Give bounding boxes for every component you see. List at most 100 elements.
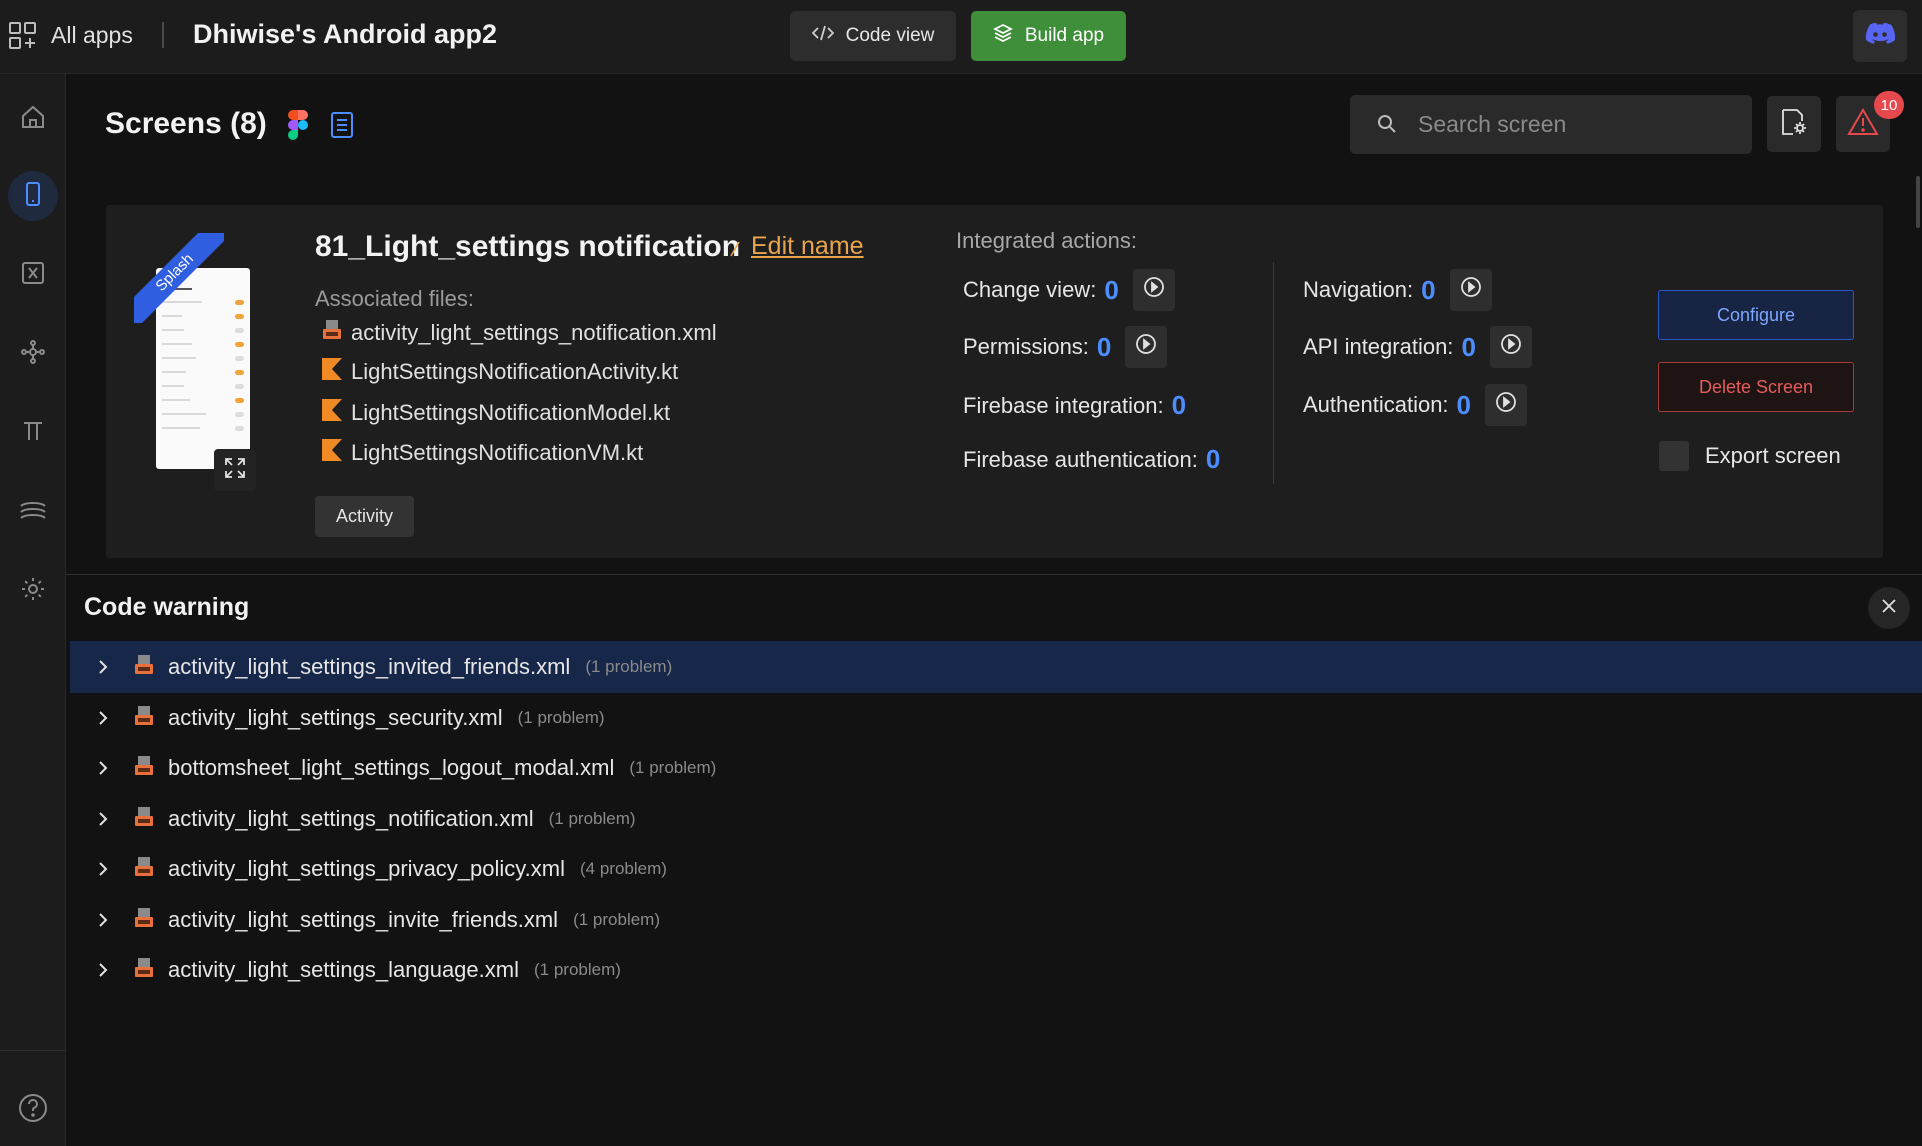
configure-button[interactable]: Configure	[1658, 290, 1854, 340]
screen-settings-button[interactable]	[1767, 96, 1821, 152]
sidebar-item-styles[interactable]	[8, 487, 58, 537]
sidebar-item-variables[interactable]	[8, 250, 58, 300]
network-icon	[20, 339, 46, 370]
panel-divider	[66, 574, 1922, 575]
warning-problem-count: (1 problem)	[585, 657, 673, 676]
sidebar-item-typography[interactable]	[8, 408, 58, 458]
warning-row[interactable]: activity_light_settings_notification.xml…	[70, 793, 1922, 845]
discord-button[interactable]	[1853, 10, 1907, 62]
all-apps-link[interactable]: All apps	[51, 22, 133, 49]
edit-name-link[interactable]: Edit name	[751, 232, 864, 261]
associated-file-name: LightSettingsNotificationModel.kt	[351, 400, 671, 425]
text-icon	[21, 419, 45, 448]
warning-row[interactable]: activity_light_settings_privacy_policy.x…	[70, 843, 1922, 895]
stack-icon	[992, 23, 1013, 49]
kotlin-file-icon	[322, 358, 342, 386]
sidebar-item-home[interactable]	[8, 94, 58, 144]
build-app-button[interactable]: Build app	[971, 11, 1126, 61]
action-firebase-integration: Firebase integration: 0	[963, 390, 1186, 421]
play-button[interactable]	[1485, 384, 1528, 426]
action-count: 0	[1104, 274, 1119, 305]
action-change-view: Change view: 0	[963, 269, 1175, 311]
play-circle-icon	[1460, 276, 1482, 304]
sidebar-item-screens[interactable]	[8, 171, 58, 221]
splash-ribbon-label: Splash	[134, 233, 224, 323]
action-count: 0	[1171, 390, 1187, 420]
pencil-icon[interactable]	[729, 238, 741, 263]
warning-row[interactable]: activity_light_settings_invite_friends.x…	[70, 894, 1922, 946]
search-input[interactable]	[1418, 95, 1738, 154]
play-button[interactable]	[1125, 326, 1168, 368]
screen-name: 81_Light_settings notification	[315, 230, 741, 263]
xml-file-icon	[322, 319, 342, 347]
chevron-right-icon	[70, 760, 114, 776]
warning-row[interactable]: activity_light_settings_invited_friends.…	[70, 641, 1922, 693]
help-icon	[18, 1093, 48, 1128]
associated-file-row[interactable]: LightSettingsNotificationModel.kt	[322, 399, 670, 427]
home-icon	[20, 104, 46, 135]
document-icon[interactable]	[330, 111, 354, 144]
function-icon	[20, 260, 46, 291]
xml-file-icon	[134, 705, 154, 732]
search-box	[1350, 95, 1752, 154]
sidebar-item-settings[interactable]	[8, 566, 58, 616]
search-icon	[1376, 113, 1398, 140]
associated-file-row[interactable]: LightSettingsNotificationActivity.kt	[322, 358, 678, 386]
play-circle-icon	[1143, 276, 1165, 304]
warning-problem-count: (1 problem)	[548, 809, 636, 828]
sidebar-divider	[0, 1050, 66, 1051]
delete-screen-button[interactable]: Delete Screen	[1658, 362, 1854, 412]
code-warning-title: Code warning	[84, 593, 250, 621]
xml-file-icon	[134, 856, 154, 883]
code-view-button[interactable]: Code view	[790, 11, 956, 61]
export-screen-checkbox[interactable]	[1659, 441, 1689, 471]
action-count: 0	[1205, 444, 1221, 474]
close-warning-panel-button[interactable]	[1868, 587, 1910, 629]
action-label: Authentication:	[1303, 392, 1449, 417]
expand-preview-button[interactable]	[214, 449, 256, 491]
play-circle-icon	[1135, 333, 1157, 361]
export-screen-label: Export screen	[1705, 443, 1841, 468]
play-button[interactable]	[1449, 269, 1492, 311]
warning-icon	[1847, 107, 1879, 141]
close-icon	[1882, 598, 1896, 618]
xml-file-icon	[134, 907, 154, 934]
layers-icon	[19, 498, 47, 527]
integrated-actions-label: Integrated actions:	[956, 228, 1138, 253]
chevron-right-icon	[70, 811, 114, 827]
action-api-integration: API integration: 0	[1303, 326, 1532, 368]
action-label: Change view:	[963, 277, 1097, 302]
xml-file-icon	[134, 755, 154, 782]
play-button[interactable]	[1132, 269, 1175, 311]
warning-row[interactable]: activity_light_settings_security.xml (1 …	[70, 692, 1922, 744]
chevron-right-icon	[70, 659, 114, 675]
kotlin-file-icon	[322, 439, 342, 467]
play-button[interactable]	[1489, 326, 1532, 368]
associated-file-name: LightSettingsNotificationActivity.kt	[351, 359, 679, 384]
warning-row[interactable]: bottomsheet_light_settings_logout_modal.…	[70, 742, 1922, 794]
action-label: Firebase integration:	[963, 392, 1164, 418]
splash-ribbon: Splash	[134, 233, 224, 323]
chevron-right-icon	[70, 912, 114, 928]
scrollbar-thumb[interactable]	[1916, 176, 1920, 228]
action-count: 0	[1096, 331, 1112, 362]
chevron-right-icon	[70, 861, 114, 877]
sidebar	[0, 74, 66, 1146]
sidebar-item-integrations[interactable]	[8, 329, 58, 379]
code-icon	[811, 24, 834, 48]
warning-problem-count: (1 problem)	[533, 960, 621, 979]
action-firebase-authentication: Firebase authentication: 0	[963, 444, 1220, 475]
sidebar-item-help[interactable]	[8, 1085, 58, 1135]
associated-file-row[interactable]: activity_light_settings_notification.xml	[322, 319, 717, 347]
figma-icon[interactable]	[288, 110, 308, 145]
divider	[162, 22, 164, 48]
chevron-right-icon	[70, 710, 114, 726]
page-title: Screens (8)	[105, 107, 267, 140]
apps-grid-icon[interactable]	[8, 21, 38, 51]
warning-row[interactable]: activity_light_settings_language.xml (1 …	[70, 944, 1922, 996]
associated-file-row[interactable]: LightSettingsNotificationVM.kt	[322, 439, 643, 467]
associated-file-name: activity_light_settings_notification.xml	[351, 320, 717, 345]
action-authentication: Authentication: 0	[1303, 384, 1528, 426]
phone-icon	[23, 181, 43, 212]
action-count: 0	[1461, 331, 1476, 362]
